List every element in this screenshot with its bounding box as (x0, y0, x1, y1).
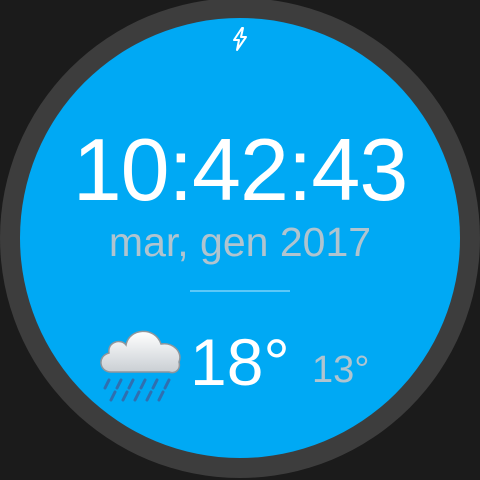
watch-screen: 10:42:43 mar, gen 2017 18° 13° (0, 0, 480, 480)
rain-cloud-icon (100, 330, 181, 402)
temperature-low: 13° (312, 349, 370, 391)
clock-time: 10:42:43 (72, 120, 409, 219)
divider (190, 290, 290, 292)
clock-date: mar, gen 2017 (108, 219, 372, 265)
charging-bolt-icon (233, 27, 247, 51)
temperature-high: 18° (190, 325, 290, 399)
